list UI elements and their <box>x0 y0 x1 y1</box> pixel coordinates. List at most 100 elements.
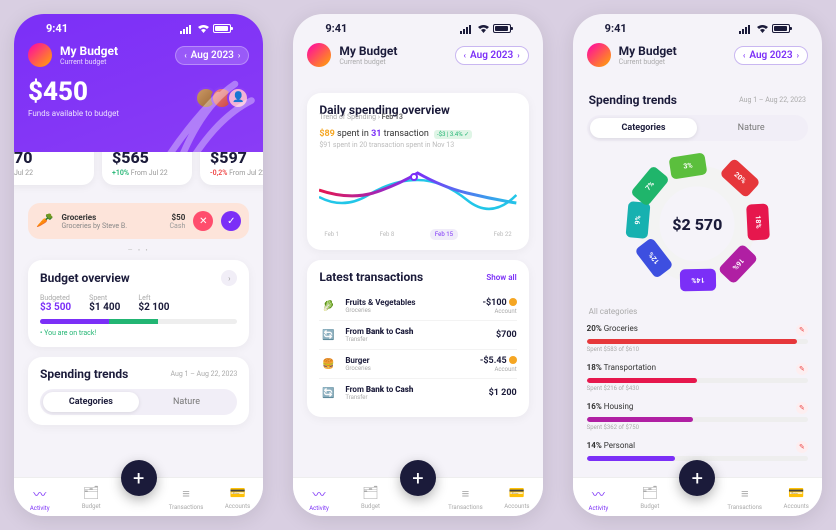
spend-summary: $89 spent in 31 transaction -$3 | 3.4% ✓ <box>319 129 516 139</box>
status-bar: 9:41 <box>28 14 249 39</box>
groceries-icon: 🥕 <box>36 213 53 229</box>
battery-icon <box>213 24 231 33</box>
nav-budget[interactable]: 🗂Budget <box>628 486 672 510</box>
transaction-row[interactable]: 🥬 Fruits & VegetablesGroceries -$100Acco… <box>319 292 516 321</box>
category-row[interactable]: 14% Personal✎ <box>587 441 808 461</box>
wifi-icon <box>197 24 210 34</box>
page-title: My Budget <box>60 44 167 58</box>
trend-tabs: Categories Nature <box>40 389 237 415</box>
x-axis-tick[interactable]: Feb 8 <box>375 229 400 240</box>
category-row[interactable]: 20% Groceries✎ Spent $583 of $610 <box>587 324 808 353</box>
spending-trends-card: Spending trends Aug 1 – Aug 22, 2023 Cat… <box>28 357 249 425</box>
period-picker[interactable]: ‹Aug 2023› <box>455 46 529 65</box>
phone-screen-home: 9:41 My Budget Current budget ‹ Aug 2023… <box>14 14 263 516</box>
chevron-right-icon: › <box>797 51 799 60</box>
chevron-left-icon: ‹ <box>743 51 745 60</box>
transaction-icon: 🔄 <box>319 384 337 402</box>
tab-categories[interactable]: Categories <box>590 118 698 138</box>
transaction-row[interactable]: 🍔 BurgerGroceries -$5.45Account <box>319 350 516 379</box>
app-header: My BudgetCurrent budget ‹Aug 2023› <box>307 39 528 77</box>
edit-icon[interactable]: ✎ <box>796 402 808 414</box>
nav-accounts[interactable]: 💳Accounts <box>774 486 818 510</box>
phone-screen-daily: 9:41 My BudgetCurrent budget ‹Aug 2023› … <box>293 14 542 516</box>
pager-dots: — • • <box>28 247 249 254</box>
page-subtitle: Current budget <box>60 58 167 66</box>
transaction-icon: 🥬 <box>319 297 337 315</box>
phone-screen-trends: 9:41 My BudgetCurrent budget ‹Aug 2023› … <box>573 14 822 516</box>
nav-budget[interactable]: 🗂Budget <box>69 486 113 510</box>
progress-bar <box>40 319 237 324</box>
x-axis-tick[interactable]: Feb 22 <box>489 229 517 240</box>
nav-transactions[interactable]: ≡Transactions <box>164 486 208 511</box>
spending-chart <box>319 155 516 225</box>
status-time: 9:41 <box>46 22 68 35</box>
approve-button[interactable]: ✓ <box>221 211 241 231</box>
chevron-left-icon: ‹ <box>464 51 466 60</box>
category-row[interactable]: 18% Transportation✎ Spent $216 of $430 <box>587 363 808 392</box>
daily-spending-card: Daily spending overview Trend of Spendin… <box>307 93 528 250</box>
pending-transaction-banner: 🥕 Groceries Groceries by Steve B. $50 Ca… <box>28 203 249 239</box>
donut-chart: $2 570 20%18%16%14%12%9%7%3% <box>622 149 772 299</box>
status-badge: You are on track! <box>40 329 237 337</box>
transaction-row[interactable]: 🔄 From Bank to CashTransfer $1 200 <box>319 379 516 407</box>
avatar[interactable] <box>587 43 611 67</box>
bottom-nav: 〰Activity 🗂Budget + ≡Transactions 💳Accou… <box>573 477 822 516</box>
chevron-left-icon: ‹ <box>184 51 186 60</box>
chart-x-axis: Feb 1 Feb 8 Feb 15 Feb 22 <box>319 229 516 240</box>
add-button[interactable]: + <box>679 460 715 496</box>
donut-segment[interactable]: 18% <box>746 203 770 240</box>
nav-accounts[interactable]: 💳Accounts <box>216 486 260 510</box>
budget-icon: 🗂 <box>83 486 100 501</box>
x-axis-tick[interactable]: Feb 1 <box>319 229 344 240</box>
coin-icon <box>509 298 517 306</box>
battery-icon <box>493 24 511 33</box>
nav-transactions[interactable]: ≡Transactions <box>443 486 487 511</box>
edit-icon[interactable]: ✎ <box>796 324 808 336</box>
add-button[interactable]: + <box>121 460 157 496</box>
accounts-icon: 💳 <box>229 486 245 501</box>
transaction-row[interactable]: 🔄 From Bank to CashTransfer $700 <box>319 321 516 350</box>
period-picker[interactable]: ‹Aug 2023› <box>734 46 808 65</box>
category-row[interactable]: 16% Housing✎ Spent $362 of $750 <box>587 402 808 431</box>
nav-activity[interactable]: 〰Activity <box>576 484 620 512</box>
tab-categories[interactable]: Categories <box>43 392 139 412</box>
show-all-link[interactable]: Show all <box>486 273 516 282</box>
tab-nature[interactable]: Nature <box>139 392 235 412</box>
battery-icon <box>772 24 790 33</box>
latest-transactions-card: Latest transactions Show all 🥬 Fruits & … <box>307 260 528 417</box>
nav-activity[interactable]: 〰Activity <box>297 484 341 512</box>
donut-segment[interactable]: 9% <box>626 201 651 239</box>
bottom-nav: 〰Activity 🗂Budget + ≡Transactions 💳Accou… <box>14 477 263 516</box>
wifi-icon <box>756 24 769 34</box>
delta-badge: -$3 | 3.4% ✓ <box>434 130 472 139</box>
trend-tabs: Categories Nature <box>587 115 808 141</box>
wifi-icon <box>477 24 490 34</box>
status-bar: 9:41 <box>307 14 528 39</box>
signal-icon <box>739 24 753 34</box>
decorative-leaves <box>158 62 263 152</box>
transactions-icon: ≡ <box>182 486 190 502</box>
donut-segment[interactable]: 14% <box>680 269 716 292</box>
nav-accounts[interactable]: 💳Accounts <box>495 486 539 510</box>
signal-icon <box>180 24 194 34</box>
activity-icon: 〰 <box>33 484 46 503</box>
edit-icon[interactable]: ✎ <box>796 441 808 453</box>
coin-icon <box>509 356 517 364</box>
reject-button[interactable]: ✕ <box>193 211 213 231</box>
avatar[interactable] <box>307 43 331 67</box>
avatar[interactable] <box>28 43 52 67</box>
expand-button[interactable]: › <box>221 270 237 286</box>
nav-transactions[interactable]: ≡Transactions <box>723 486 767 511</box>
bottom-nav: 〰Activity 🗂Budget + ≡Transactions 💳Accou… <box>293 477 542 516</box>
app-header: My BudgetCurrent budget ‹Aug 2023› <box>587 39 808 77</box>
chevron-right-icon: › <box>238 51 240 60</box>
tab-nature[interactable]: Nature <box>697 118 805 138</box>
nav-activity[interactable]: 〰Activity <box>18 484 62 512</box>
x-axis-tick[interactable]: Feb 15 <box>430 229 458 240</box>
transaction-icon: 🔄 <box>319 326 337 344</box>
nav-budget[interactable]: 🗂Budget <box>349 486 393 510</box>
chevron-right-icon: › <box>517 51 519 60</box>
add-button[interactable]: + <box>400 460 436 496</box>
funds-amount: $450 <box>28 77 119 107</box>
edit-icon[interactable]: ✎ <box>796 363 808 375</box>
